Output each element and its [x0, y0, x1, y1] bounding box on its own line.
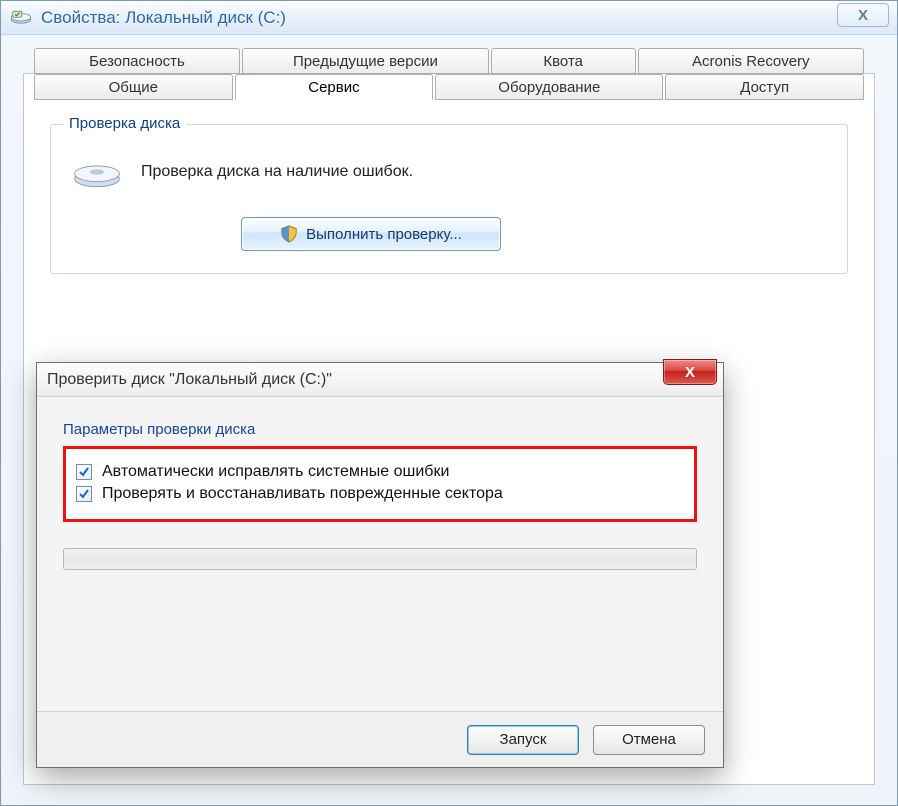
checkbox-icon: [76, 486, 92, 502]
tab-prev-versions[interactable]: Предыдущие версии: [242, 48, 489, 74]
checkbox-scan-sectors[interactable]: Проверять и восстанавливать поврежденные…: [76, 485, 684, 503]
progress-bar: [63, 548, 697, 570]
checkbox-label: Автоматически исправлять системные ошибк…: [102, 463, 449, 481]
titlebar[interactable]: Свойства: Локальный диск (C:) X: [1, 1, 897, 35]
group-desc: Проверка диска на наличие ошибок.: [141, 163, 413, 181]
start-button[interactable]: Запуск: [467, 725, 579, 755]
close-icon: X: [685, 364, 695, 381]
dialog-title: Проверить диск "Локальный диск (C:)": [47, 371, 332, 389]
cancel-label: Отмена: [622, 731, 676, 748]
window-title: Свойства: Локальный диск (C:): [41, 8, 286, 28]
params-legend: Параметры проверки диска: [63, 421, 697, 438]
close-button[interactable]: X: [837, 3, 889, 27]
params-highlight: Автоматически исправлять системные ошибк…: [63, 446, 697, 522]
tab-quota[interactable]: Квота: [491, 48, 636, 74]
tab-tools[interactable]: Сервис: [235, 74, 434, 100]
checkbox-icon: [76, 464, 92, 480]
tab-row-1: Безопасность Предыдущие версии Квота Acr…: [34, 48, 864, 74]
tab-hardware[interactable]: Оборудование: [435, 74, 663, 100]
checkbox-label: Проверять и восстанавливать поврежденные…: [102, 485, 503, 503]
group-legend: Проверка диска: [63, 115, 186, 132]
close-icon: X: [858, 7, 868, 24]
check-disk-dialog: Проверить диск "Локальный диск (C:)" X П…: [36, 362, 724, 768]
check-icon: [78, 466, 90, 478]
checkbox-fix-errors[interactable]: Автоматически исправлять системные ошибк…: [76, 463, 684, 481]
tab-sharing[interactable]: Доступ: [665, 74, 864, 100]
tab-security[interactable]: Безопасность: [34, 48, 240, 74]
check-now-button[interactable]: Выполнить проверку...: [241, 217, 501, 251]
harddisk-icon: [69, 153, 125, 191]
dialog-body: Параметры проверки диска Автоматически и…: [37, 397, 723, 584]
drive-icon: [9, 8, 33, 28]
check-icon: [78, 488, 90, 500]
dialog-titlebar[interactable]: Проверить диск "Локальный диск (C:)" X: [37, 363, 723, 397]
tab-acronis[interactable]: Acronis Recovery: [638, 48, 864, 74]
tab-general[interactable]: Общие: [34, 74, 233, 100]
check-now-label: Выполнить проверку...: [306, 226, 462, 243]
tab-row-2: Общие Сервис Оборудование Доступ: [34, 74, 864, 100]
start-label: Запуск: [500, 731, 547, 748]
dialog-footer: Запуск Отмена: [37, 711, 723, 767]
shield-icon: [280, 225, 298, 243]
group-desc-row: Проверка диска на наличие ошибок.: [69, 153, 829, 191]
disk-check-group: Проверка диска Проверка диска на наличие…: [50, 124, 848, 274]
cancel-button[interactable]: Отмена: [593, 725, 705, 755]
dialog-close-button[interactable]: X: [663, 359, 717, 385]
